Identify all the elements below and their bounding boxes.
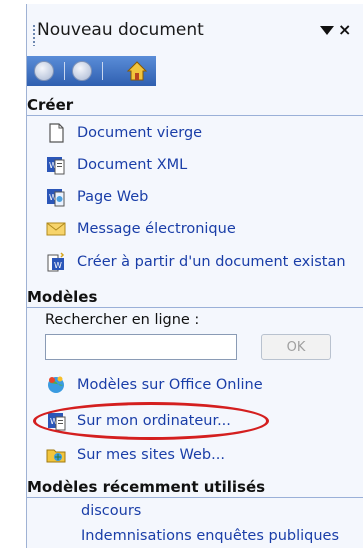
- task-pane-title-bar: Nouveau document ×: [27, 4, 363, 56]
- section-divider: [27, 115, 363, 116]
- link-label: Message électronique: [77, 221, 236, 237]
- recent-template-link[interactable]: discours: [81, 503, 141, 519]
- forward-arrow-icon[interactable]: [71, 61, 93, 81]
- web-sites-folder-icon: [45, 444, 67, 466]
- new-blank-document-link[interactable]: Document vierge: [45, 120, 202, 146]
- link-label: Sur mon ordinateur...: [77, 413, 231, 429]
- new-email-message-link[interactable]: Message électronique: [45, 216, 236, 242]
- back-arrow-icon[interactable]: [33, 61, 55, 81]
- link-label: Document XML: [77, 157, 188, 173]
- templates-my-websites-link[interactable]: Sur mes sites Web...: [45, 442, 225, 468]
- drag-grip-icon[interactable]: [33, 24, 35, 46]
- link-label: Créer à partir d'un document existan: [77, 254, 346, 270]
- link-label: Page Web: [77, 189, 149, 205]
- search-online-label: Rechercher en ligne :: [45, 312, 200, 328]
- new-document-task-pane: Nouveau document × Créer Document vierge…: [26, 4, 363, 548]
- section-heading-recent-templates: Modèles récemment utilisés: [27, 478, 266, 496]
- templates-office-online-link[interactable]: Modèles sur Office Online: [45, 372, 263, 398]
- task-pane-title: Nouveau document: [37, 20, 204, 40]
- search-online-input[interactable]: [45, 334, 237, 360]
- close-icon[interactable]: ×: [338, 20, 351, 40]
- nav-separator: [102, 62, 103, 80]
- home-icon[interactable]: [125, 59, 149, 83]
- blank-document-icon: [45, 122, 67, 144]
- templates-on-my-computer-link[interactable]: W Sur mon ordinateur...: [45, 408, 231, 434]
- pane-menu-dropdown-icon[interactable]: [320, 26, 334, 35]
- new-xml-document-link[interactable]: W Document XML: [45, 152, 187, 178]
- link-label: Sur mes sites Web...: [77, 447, 225, 463]
- nav-separator: [64, 62, 65, 80]
- recent-template-link[interactable]: Indemnisations enquêtes publiques: [81, 528, 339, 544]
- new-web-page-link[interactable]: W Page Web: [45, 184, 148, 210]
- section-heading-modeles: Modèles: [27, 288, 98, 306]
- section-heading-creer: Créer: [27, 96, 74, 114]
- existing-document-icon: W: [45, 251, 67, 273]
- section-divider: [27, 497, 363, 498]
- link-label: Modèles sur Office Online: [77, 377, 263, 393]
- office-online-icon: [45, 374, 67, 396]
- word-template-icon: W: [45, 410, 67, 432]
- navigation-bar: [27, 56, 156, 86]
- web-page-icon: W: [45, 186, 67, 208]
- new-from-existing-document-link[interactable]: W Créer à partir d'un document existan: [45, 249, 346, 275]
- xml-document-icon: W: [45, 154, 67, 176]
- ok-button[interactable]: OK: [261, 334, 331, 360]
- section-divider: [27, 307, 363, 308]
- link-label: Document vierge: [77, 125, 203, 141]
- envelope-icon: [45, 218, 67, 240]
- svg-text:W: W: [54, 261, 62, 270]
